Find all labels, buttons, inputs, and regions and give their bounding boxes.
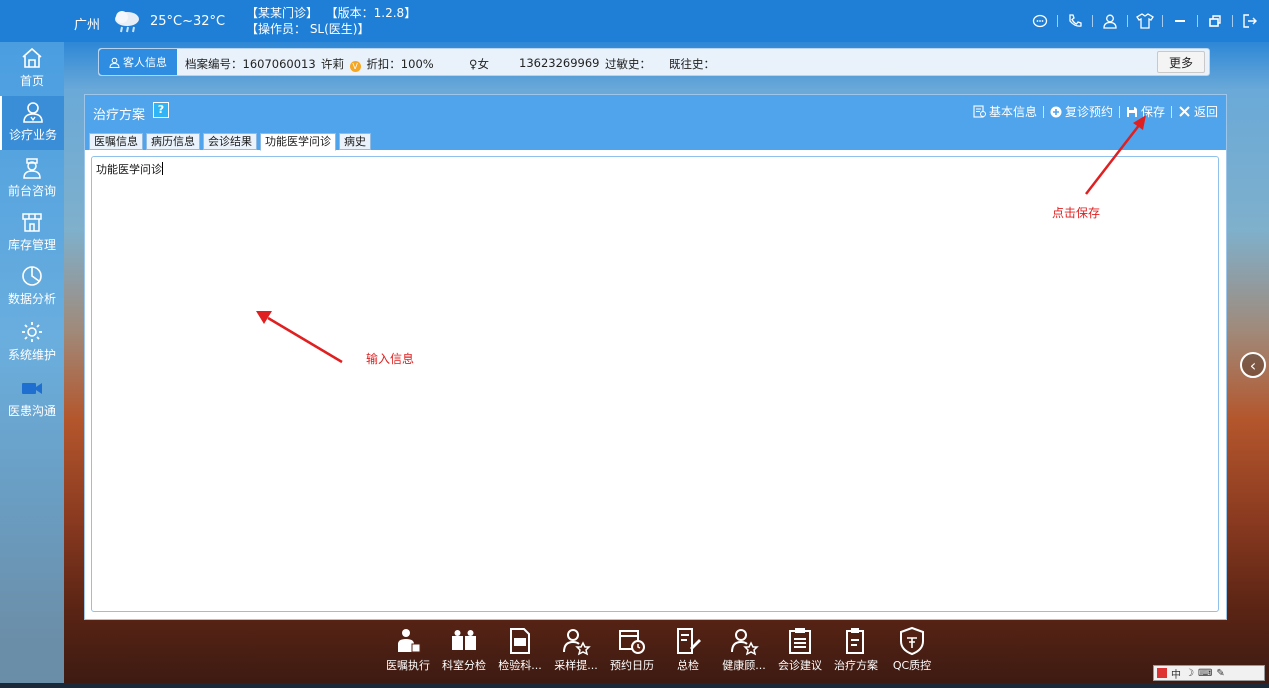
keyboard-icon: ⌨ bbox=[1197, 667, 1213, 679]
vip-badge-icon: V bbox=[349, 61, 361, 72]
allergy-history: 过敏史： bbox=[605, 57, 651, 71]
top-bar: 广州 25°C~32°C 【某某门诊】 【版本：1.2.8】 【操作员： SL(… bbox=[0, 0, 1269, 42]
advisor-icon bbox=[731, 629, 759, 656]
patient-info-bar: 客人信息 档案编号：1607060013 许莉 V 折扣：100% ♀女 136… bbox=[98, 48, 1210, 76]
bottom-toolbar: 医嘱执行 科室分检 检验科... 采样提... 预约日历 总检 健康顾... 会… bbox=[380, 626, 940, 673]
annotation-input-info: 输入信息 bbox=[366, 352, 415, 366]
window-controls bbox=[1029, 12, 1261, 30]
collapse-panel-icon[interactable]: ‹ bbox=[1240, 352, 1266, 378]
tab-medical-record[interactable]: 病历信息 bbox=[146, 133, 200, 150]
more-button[interactable]: 更多 bbox=[1157, 51, 1205, 73]
prescription-icon bbox=[398, 629, 421, 653]
save-button[interactable]: 保存 bbox=[1126, 103, 1165, 120]
temperature-label: 25°C~32°C bbox=[150, 14, 226, 29]
patient-info-tag[interactable]: 客人信息 bbox=[99, 49, 177, 75]
sidebar-item-clinical[interactable]: 诊疗业务 bbox=[0, 96, 64, 150]
sidebar-item-inventory[interactable]: 库存管理 bbox=[0, 206, 64, 260]
toolbar-item-qc[interactable]: QC质控 bbox=[884, 626, 940, 673]
sidebar-item-communication[interactable]: 医患沟通 bbox=[0, 372, 64, 426]
skin-icon[interactable] bbox=[1134, 12, 1156, 30]
home-icon bbox=[22, 47, 42, 68]
ime-logo-icon bbox=[1157, 668, 1167, 678]
chat-icon[interactable] bbox=[1029, 12, 1051, 30]
sidebar-item-frontdesk[interactable]: 前台咨询 bbox=[0, 152, 64, 206]
toolbar-item-health-advisor[interactable]: 健康顾... bbox=[716, 626, 772, 673]
basic-info-button[interactable]: 基本信息 bbox=[973, 103, 1037, 120]
treatment-plan-panel: 治疗方案 ? 基本信息 复诊预约 保存 返回 医嘱信息 病历信息 会诊结果 功能… bbox=[84, 94, 1227, 620]
panel-header: 治疗方案 ? 基本信息 复诊预约 保存 返回 医嘱信息 病历信息 会诊结果 功能… bbox=[85, 95, 1226, 151]
department-icon bbox=[452, 630, 476, 650]
ime-mode: 中 bbox=[1171, 669, 1181, 681]
pie-chart-icon bbox=[22, 266, 42, 286]
toolbar-item-treatment-plan[interactable]: 治疗方案 bbox=[828, 626, 884, 673]
operator-label: 【操作员： SL(医生)】 bbox=[246, 22, 370, 36]
store-icon bbox=[22, 213, 42, 232]
annotation-click-save: 点击保存 bbox=[1052, 206, 1101, 220]
panel-title: 治疗方案 bbox=[93, 108, 146, 123]
text-caret bbox=[162, 162, 163, 175]
doctor-icon bbox=[23, 102, 43, 123]
phone-icon[interactable] bbox=[1064, 12, 1086, 30]
tab-history[interactable]: 病史 bbox=[339, 133, 371, 150]
gear-icon bbox=[22, 322, 42, 342]
patient-name: 许莉 bbox=[321, 57, 344, 71]
back-button[interactable]: 返回 bbox=[1178, 103, 1218, 120]
toolbar-item-consultation-advice[interactable]: 会诊建议 bbox=[772, 626, 828, 673]
tab-consultation-result[interactable]: 会诊结果 bbox=[203, 133, 257, 150]
city-label: 广州 bbox=[74, 18, 101, 33]
panel-actions: 基本信息 复诊预约 保存 返回 bbox=[973, 103, 1218, 120]
patient-name-row: 许莉 V 折扣：100% bbox=[321, 56, 434, 72]
tab-orders[interactable]: 医嘱信息 bbox=[89, 133, 143, 150]
editor-text: 功能医学问诊 bbox=[96, 163, 162, 176]
toolbar-item-order-execution[interactable]: 医嘱执行 bbox=[380, 626, 436, 673]
toolbar-item-department-check[interactable]: 科室分检 bbox=[436, 626, 492, 673]
file-number: 档案编号：1607060013 bbox=[185, 57, 316, 71]
document-icon bbox=[846, 628, 864, 654]
app-info: 【某某门诊】 【版本：1.2.8】 【操作员： SL(医生)】 bbox=[246, 5, 416, 37]
clipboard-icon bbox=[789, 628, 811, 654]
save-icon bbox=[1126, 106, 1137, 117]
gender-row: ♀女 bbox=[469, 56, 489, 72]
restore-icon[interactable] bbox=[1204, 12, 1226, 30]
version-label: 【版本：1.2.8】 bbox=[325, 6, 417, 20]
os-taskbar bbox=[0, 683, 1269, 688]
quality-shield-icon bbox=[900, 626, 924, 656]
user-icon[interactable] bbox=[1099, 12, 1121, 30]
sidebar: 首页 诊疗业务 前台咨询 库存管理 数据分析 系统维护 医患沟通 bbox=[0, 42, 64, 688]
gender: 女 bbox=[477, 57, 489, 71]
edit-icon bbox=[677, 628, 701, 654]
help-icon[interactable]: ? bbox=[153, 102, 169, 118]
sample-icon bbox=[563, 629, 591, 656]
past-history: 既往史： bbox=[669, 57, 715, 71]
user-icon bbox=[109, 57, 120, 68]
calendar-icon bbox=[619, 630, 645, 654]
exit-icon[interactable] bbox=[1239, 12, 1261, 30]
sidebar-item-home[interactable]: 首页 bbox=[0, 42, 64, 96]
nurse-icon bbox=[23, 158, 41, 179]
toolbar-item-lab[interactable]: 检验科... bbox=[492, 626, 548, 673]
discount: 折扣：100% bbox=[366, 57, 434, 71]
sidebar-item-analytics[interactable]: 数据分析 bbox=[0, 260, 64, 314]
minimize-icon[interactable] bbox=[1169, 12, 1191, 30]
tab-functional-medicine[interactable]: 功能医学问诊 bbox=[260, 133, 336, 151]
toolbar-item-calendar[interactable]: 预约日历 bbox=[604, 626, 660, 673]
video-icon bbox=[22, 383, 42, 394]
toolbar-item-sampling[interactable]: 采样提... bbox=[548, 626, 604, 673]
sidebar-item-maintenance[interactable]: 系统维护 bbox=[0, 316, 64, 370]
phone-number: 13623269969 bbox=[519, 56, 600, 70]
panel-tabs: 医嘱信息 病历信息 会诊结果 功能医学问诊 病史 bbox=[89, 133, 371, 151]
exe-icon bbox=[510, 628, 530, 654]
clinic-name: 【某某门诊】 bbox=[246, 6, 319, 20]
plus-circle-icon bbox=[1050, 106, 1062, 117]
toolbar-item-general-check[interactable]: 总检 bbox=[660, 626, 716, 673]
wrench-icon: ✎ bbox=[1216, 667, 1225, 679]
close-icon bbox=[1179, 106, 1190, 117]
editor-textarea[interactable]: 功能医学问诊 bbox=[91, 156, 1219, 612]
ime-toolbar[interactable]: 中 ☽ ⌨ ✎ bbox=[1153, 665, 1265, 681]
rain-cloud-icon bbox=[115, 11, 139, 33]
revisit-appointment-button[interactable]: 复诊预约 bbox=[1050, 103, 1113, 120]
profile-card-icon bbox=[973, 105, 986, 118]
moon-icon: ☽ bbox=[1185, 667, 1194, 679]
